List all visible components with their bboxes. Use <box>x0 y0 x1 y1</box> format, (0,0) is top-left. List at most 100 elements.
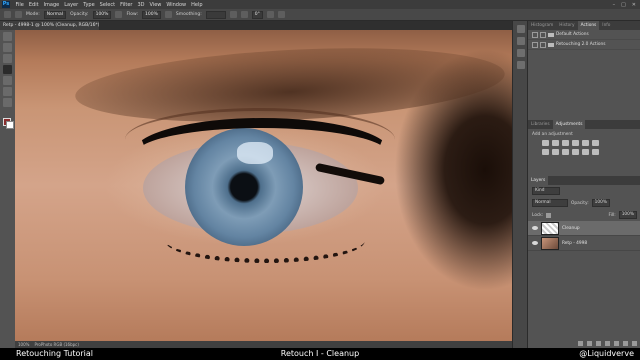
smoothing-label: Smoothing: <box>175 12 202 17</box>
curves-icon[interactable] <box>562 140 569 146</box>
panel-icon-2[interactable] <box>516 37 525 45</box>
layer-row-cleanup[interactable]: Cleanup <box>528 221 640 236</box>
action-set-default[interactable]: Default Actions <box>528 30 640 40</box>
black-white-icon[interactable] <box>552 149 559 155</box>
tab-strip <box>100 21 527 30</box>
levels-icon[interactable] <box>552 140 559 146</box>
angle-field[interactable]: 0° <box>251 10 263 19</box>
marquee-tool-icon[interactable] <box>3 43 12 52</box>
menu-edit[interactable]: Edit <box>26 2 41 8</box>
action-set-retouching[interactable]: Retouching 2.0 Actions <box>528 40 640 50</box>
hue-saturation-icon[interactable] <box>592 140 599 146</box>
menu-window[interactable]: Window <box>164 2 189 8</box>
tab-libraries[interactable]: Libraries <box>528 120 553 129</box>
brush-angle-icon[interactable] <box>240 11 248 18</box>
tab-actions[interactable]: Actions <box>577 21 600 30</box>
tab-layers[interactable]: Layers <box>528 176 549 185</box>
panel-icon-4[interactable] <box>516 61 525 69</box>
color-lookup-icon[interactable] <box>582 149 589 155</box>
tab-histogram[interactable]: Histogram <box>528 21 556 30</box>
menu-3d[interactable]: 3D <box>135 2 147 8</box>
dialog-toggle-icon[interactable] <box>540 31 546 38</box>
photoshop-logo-icon: Ps <box>2 1 10 8</box>
menu-layer[interactable]: Layer <box>62 2 81 8</box>
toggle-checkbox-icon[interactable] <box>532 31 538 38</box>
more-tools-icon[interactable] <box>3 87 12 96</box>
brightness-contrast-icon[interactable] <box>542 140 549 146</box>
eye-photo <box>15 30 512 341</box>
color-balance-icon[interactable] <box>542 149 549 155</box>
group-folder-icon[interactable] <box>614 341 619 346</box>
layers-panel-tabs: Layers <box>528 176 640 185</box>
adjustments-panel-tabs: Libraries Adjustments <box>528 120 640 129</box>
brush-tool-preset-icon[interactable] <box>4 11 11 18</box>
maximize-icon[interactable]: □ <box>621 2 626 8</box>
panel-icon-3[interactable] <box>516 49 525 57</box>
blend-row: Normal Opacity: 100% <box>528 197 640 209</box>
trash-icon[interactable] <box>632 341 637 346</box>
smoothing-options-gear-icon[interactable] <box>229 11 237 18</box>
menu-view[interactable]: View <box>147 2 164 8</box>
filter-kind-select[interactable]: Kind <box>532 187 560 195</box>
mode-select[interactable]: Normal <box>43 10 67 19</box>
tab-history[interactable]: History <box>556 21 577 30</box>
add-adjustment-label: Add an adjustment <box>532 132 573 137</box>
pressure-size-icon[interactable] <box>266 11 274 18</box>
invert-icon[interactable] <box>592 149 599 155</box>
layer-opacity-field[interactable]: 100% <box>591 199 610 207</box>
photo-filter-icon[interactable] <box>562 149 569 155</box>
zoom-level[interactable]: 100% <box>18 342 29 347</box>
visibility-eye-icon[interactable] <box>532 226 538 230</box>
link-icon[interactable] <box>578 341 583 346</box>
background-color-swatch[interactable] <box>6 121 14 129</box>
dialog-toggle-icon[interactable] <box>540 41 546 48</box>
brush-settings-icon[interactable] <box>15 11 22 18</box>
airbrush-icon[interactable] <box>164 11 172 18</box>
brush-tool-icon[interactable] <box>3 65 12 74</box>
layer-name: Retp - 4998 <box>562 240 588 246</box>
visibility-eye-icon[interactable] <box>532 241 538 245</box>
adjustments-panel: Libraries Adjustments Add an adjustment <box>528 120 640 157</box>
blend-mode-select[interactable]: Normal <box>532 199 568 207</box>
adjustment-layer-icon[interactable] <box>605 341 610 346</box>
panel-icon-1[interactable] <box>516 25 525 33</box>
menu-file[interactable]: File <box>13 2 26 8</box>
document-tab[interactable]: Retp - 4998-1 @ 100% (Cleanup, RGB/16*) … <box>0 21 103 30</box>
tab-adjustments[interactable]: Adjustments <box>552 120 586 129</box>
opacity-field[interactable]: 100% <box>92 10 112 19</box>
right-panels: Histogram History Actions Info Default A… <box>527 21 640 348</box>
pressure-opacity-icon[interactable] <box>115 11 123 18</box>
lock-icon[interactable] <box>546 212 552 218</box>
lasso-tool-icon[interactable] <box>3 54 12 63</box>
vibrance-icon[interactable] <box>582 140 589 146</box>
exposure-icon[interactable] <box>572 140 579 146</box>
close-icon[interactable]: ✕ <box>632 2 636 8</box>
tab-info[interactable]: Info <box>599 21 613 30</box>
layers-panel: Layers Kind Normal Opacity: 100% Lock: F… <box>528 176 640 348</box>
new-layer-icon[interactable] <box>623 341 628 346</box>
flow-field[interactable]: 100% <box>142 10 161 19</box>
mask-icon[interactable] <box>596 341 601 346</box>
menu-help[interactable]: Help <box>189 2 205 8</box>
symmetry-icon[interactable] <box>277 11 285 18</box>
menu-image[interactable]: Image <box>41 2 62 8</box>
top-panel-tabs: Histogram History Actions Info <box>528 21 640 30</box>
fx-icon[interactable] <box>587 341 592 346</box>
eraser-tool-icon[interactable] <box>3 76 12 85</box>
action-set-label: Retouching 2.0 Actions <box>556 42 606 47</box>
smoothing-field[interactable] <box>205 10 226 19</box>
move-tool-icon[interactable] <box>3 32 12 41</box>
layer-row-background[interactable]: Retp - 4998 <box>528 236 640 251</box>
menu-type[interactable]: Type <box>81 2 97 8</box>
menu-filter[interactable]: Filter <box>118 2 135 8</box>
channel-mixer-icon[interactable] <box>572 149 579 155</box>
toggle-checkbox-icon[interactable] <box>532 41 538 48</box>
minimize-icon[interactable]: – <box>613 2 616 8</box>
upper-lashes <box>133 118 391 188</box>
document-canvas[interactable] <box>15 30 512 341</box>
fill-field[interactable]: 100% <box>618 211 637 219</box>
menu-select[interactable]: Select <box>97 2 117 8</box>
folder-icon <box>548 42 554 47</box>
hand-tool-icon[interactable] <box>3 98 12 107</box>
opacity-label: Opacity: <box>70 12 89 17</box>
